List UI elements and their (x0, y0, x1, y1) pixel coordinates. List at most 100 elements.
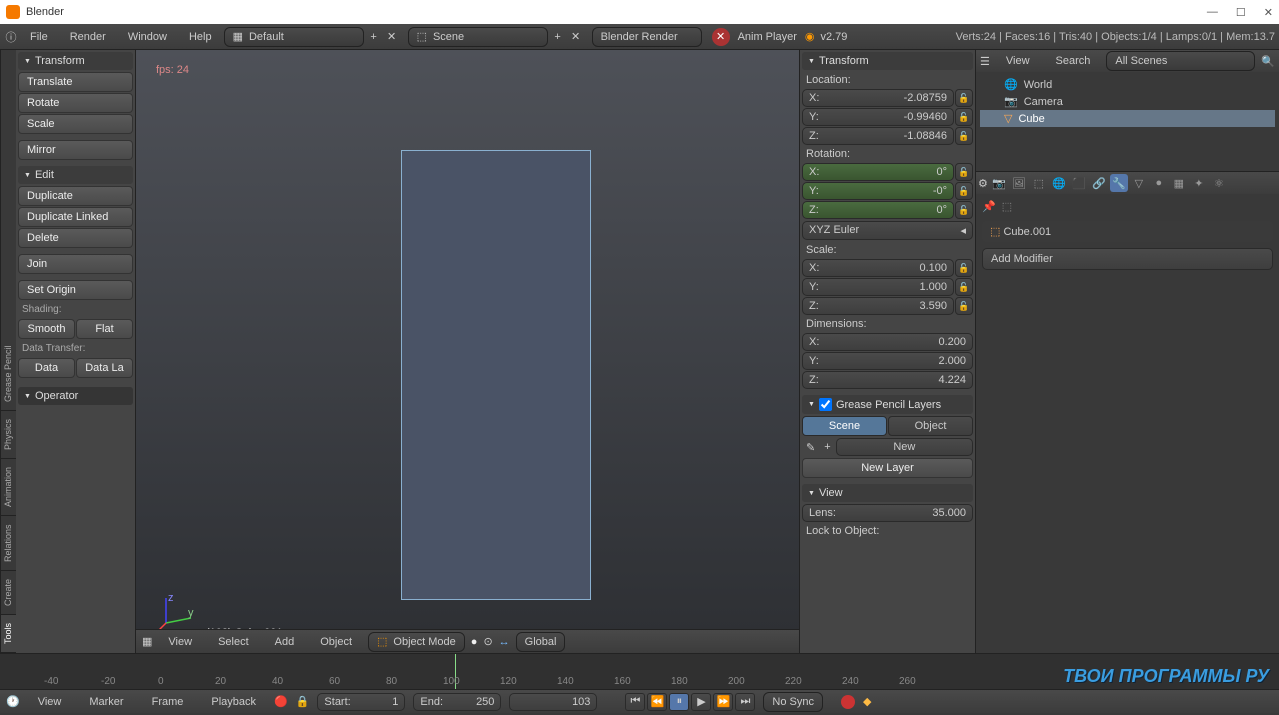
mode-dropdown[interactable]: ⬚Object Mode (368, 632, 465, 652)
tl-playback[interactable]: Playback (201, 693, 266, 711)
ptab-constraint[interactable]: 🔗 (1090, 174, 1108, 192)
object-menu[interactable]: Object (310, 633, 362, 651)
play-reverse-button[interactable]: ⏸ (669, 693, 689, 711)
editor-type-icon[interactable]: ☰ (980, 55, 990, 68)
scale-x-field[interactable]: X:0.100 (802, 259, 954, 277)
loc-y-field[interactable]: Y:-0.99460 (802, 108, 954, 126)
dim-z-field[interactable]: Z:4.224 (802, 371, 973, 389)
outliner-item-world[interactable]: 🌐World (980, 76, 1275, 93)
rot-x-field[interactable]: X:0° (802, 163, 954, 181)
layout-dropdown[interactable]: ▦Default (224, 27, 364, 47)
ptab-material[interactable]: ● (1150, 174, 1168, 192)
lock-icon[interactable]: 🔓 (955, 182, 973, 200)
lock-icon[interactable]: 🔓 (955, 89, 973, 107)
outliner-filter[interactable]: All Scenes (1106, 51, 1255, 71)
record-button[interactable] (841, 695, 855, 709)
vtab-create[interactable]: Create (1, 571, 16, 615)
shading-sphere-icon[interactable]: ● (471, 636, 478, 648)
loc-z-field[interactable]: Z:-1.08846 (802, 127, 954, 145)
end-frame-field[interactable]: End:250 (413, 693, 501, 711)
sync-dropdown[interactable]: No Sync (763, 692, 823, 712)
smooth-button[interactable]: Smooth (18, 319, 75, 339)
lock-icon[interactable]: 🔓 (955, 297, 973, 315)
ptab-data[interactable]: ▽ (1130, 174, 1148, 192)
add-modifier-dropdown[interactable]: Add Modifier (982, 248, 1273, 270)
pencil-icon[interactable]: ✎ (802, 441, 819, 454)
current-frame-field[interactable]: 103 (509, 693, 597, 711)
lock-icon[interactable]: 🔓 (955, 201, 973, 219)
editor-type-icon[interactable]: ⓘ (4, 30, 18, 44)
manipulator-icon[interactable]: ↔ (499, 636, 510, 648)
layout-del-button[interactable]: ✕ (384, 28, 400, 46)
flat-button[interactable]: Flat (76, 319, 133, 339)
play-button[interactable]: ▶ (691, 693, 711, 711)
duplicate-linked-button[interactable]: Duplicate Linked (18, 207, 133, 227)
ptab-texture[interactable]: ▦ (1170, 174, 1188, 192)
translate-button[interactable]: Translate (18, 72, 133, 92)
editor-type-icon[interactable]: ⚙ (978, 177, 988, 190)
scene-add-button[interactable]: + (550, 28, 566, 46)
delete-button[interactable]: Delete (18, 228, 133, 248)
n-transform-header[interactable]: Transform (802, 52, 973, 70)
vtab-grease[interactable]: Grease Pencil (1, 338, 16, 412)
duplicate-button[interactable]: Duplicate (18, 186, 133, 206)
engine-dropdown[interactable]: Blender Render (592, 27, 702, 47)
rot-mode-dropdown[interactable]: XYZ Euler◂ (802, 221, 973, 240)
menu-file[interactable]: File (20, 28, 58, 46)
jump-end-button[interactable]: ⏭ (735, 693, 755, 711)
pin-icon[interactable]: 📌 (982, 200, 996, 213)
dim-y-field[interactable]: Y:2.000 (802, 352, 973, 370)
gp-header[interactable]: Grease Pencil Layers (802, 395, 973, 414)
panel-transform[interactable]: Transform (18, 52, 133, 70)
scene-del-button[interactable]: ✕ (568, 28, 584, 46)
plus-icon[interactable]: + (820, 441, 834, 453)
ptab-modifier[interactable]: 🔧 (1110, 174, 1128, 192)
vtab-physics[interactable]: Physics (1, 411, 16, 459)
ptab-render[interactable]: 📷 (990, 174, 1008, 192)
loc-x-field[interactable]: X:-2.08759 (802, 89, 954, 107)
ptab-layers[interactable]: 🖼 (1010, 174, 1028, 192)
stop-anim-button[interactable]: ✕ (712, 28, 730, 46)
lock-icon[interactable]: 🔓 (955, 259, 973, 277)
editor-type-icon[interactable]: 🕐 (6, 695, 20, 708)
new-layer-button[interactable]: New Layer (802, 458, 973, 478)
orientation-dropdown[interactable]: Global (516, 632, 566, 652)
select-menu[interactable]: Select (208, 633, 259, 651)
gp-source-toggle[interactable]: SceneObject (802, 416, 973, 436)
layout-add-button[interactable]: + (366, 28, 382, 46)
auto-key-icon[interactable]: 🔴 (274, 695, 288, 708)
lock-icon[interactable]: 🔓 (955, 108, 973, 126)
view-header[interactable]: View (802, 484, 973, 502)
outliner-view[interactable]: View (996, 52, 1040, 70)
outliner-search[interactable]: Search (1046, 52, 1101, 70)
tl-frame[interactable]: Frame (142, 693, 194, 711)
mirror-button[interactable]: Mirror (18, 140, 133, 160)
minimize-button[interactable]: — (1207, 6, 1218, 19)
gp-new-button[interactable]: New (836, 438, 973, 456)
outliner-item-camera[interactable]: 📷Camera (980, 93, 1275, 110)
prev-key-button[interactable]: ⏪ (647, 693, 667, 711)
menu-render[interactable]: Render (60, 28, 116, 46)
ptab-scene[interactable]: ⬚ (1030, 174, 1048, 192)
lock-icon[interactable]: 🔓 (955, 278, 973, 296)
menu-help[interactable]: Help (179, 28, 222, 46)
scale-y-field[interactable]: Y:1.000 (802, 278, 954, 296)
tl-marker[interactable]: Marker (79, 693, 133, 711)
maximize-button[interactable]: ☐ (1236, 6, 1246, 19)
outliner-item-cube[interactable]: ▽Cube (980, 110, 1275, 127)
gp-checkbox[interactable] (819, 398, 832, 411)
add-menu[interactable]: Add (265, 633, 305, 651)
tl-view[interactable]: View (28, 693, 72, 711)
panel-edit[interactable]: Edit (18, 166, 133, 184)
key-icon[interactable]: ◆ (863, 695, 871, 708)
rotate-button[interactable]: Rotate (18, 93, 133, 113)
menu-window[interactable]: Window (118, 28, 177, 46)
lock-icon[interactable]: 🔒 (296, 695, 310, 708)
vtab-animation[interactable]: Animation (1, 459, 16, 516)
jump-start-button[interactable]: ⏮ (625, 693, 645, 711)
lock-icon[interactable]: 🔓 (955, 163, 973, 181)
scene-dropdown[interactable]: ⬚Scene (408, 27, 548, 47)
join-button[interactable]: Join (18, 254, 133, 274)
scale-button[interactable]: Scale (18, 114, 133, 134)
rot-z-field[interactable]: Z:0° (802, 201, 954, 219)
